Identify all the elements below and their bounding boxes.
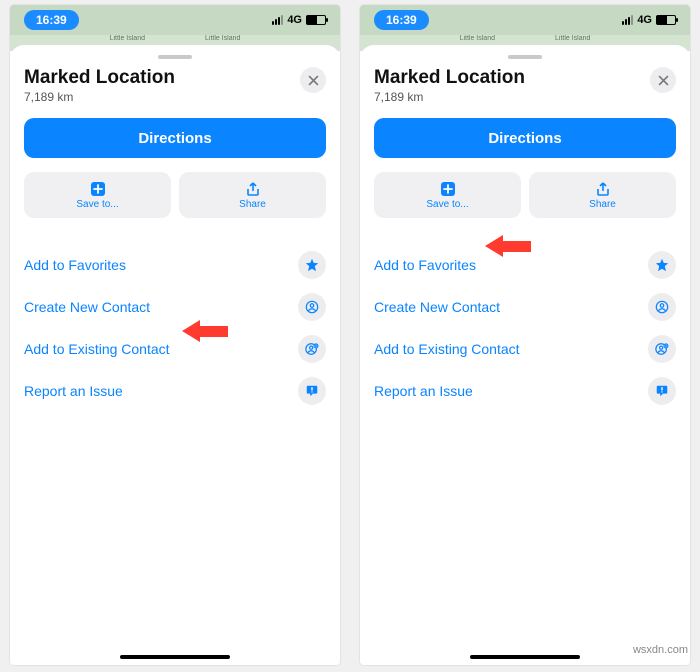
time-pill: 16:39 <box>24 10 79 30</box>
home-indicator <box>120 655 230 659</box>
directions-button[interactable]: Directions <box>24 118 326 158</box>
time-pill: 16:39 <box>374 10 429 30</box>
status-right: 4G <box>272 14 326 26</box>
plus-square-icon <box>90 181 106 197</box>
save-to-tile[interactable]: Save to... <box>374 172 521 218</box>
annotation-arrow <box>485 235 531 257</box>
contact-icon <box>298 293 326 321</box>
row-report-an-issue[interactable]: Report an Issue <box>374 370 676 412</box>
row-create-new-contact[interactable]: Create New Contact <box>374 286 676 328</box>
status-right: 4G <box>622 14 676 26</box>
sheet-header: Marked Location 7,189 km <box>374 67 676 104</box>
phone-screenshot-left: 16:39 4G Little Island Little Island Mar… <box>10 5 340 665</box>
page-title: Marked Location <box>24 67 175 89</box>
action-list: Add to Favorites Create New Contact Add … <box>374 244 676 412</box>
contact-add-icon <box>648 335 676 363</box>
signal-icon <box>272 15 283 25</box>
share-label: Share <box>239 199 266 210</box>
row-label: Report an Issue <box>374 383 473 399</box>
close-icon <box>308 75 319 86</box>
status-bar: 16:39 4G <box>360 5 690 35</box>
report-icon <box>648 377 676 405</box>
network-label: 4G <box>637 14 652 26</box>
save-to-label: Save to... <box>76 199 118 210</box>
battery-icon <box>656 15 676 25</box>
save-to-label: Save to... <box>426 199 468 210</box>
row-add-to-favorites[interactable]: Add to Favorites <box>24 244 326 286</box>
report-icon <box>298 377 326 405</box>
watermark: wsxdn.com <box>633 644 688 656</box>
distance-label: 7,189 km <box>24 90 175 104</box>
map-label: Little Island <box>460 35 495 42</box>
row-add-to-existing-contact[interactable]: Add to Existing Contact <box>374 328 676 370</box>
row-label: Create New Contact <box>24 299 150 315</box>
star-icon <box>648 251 676 279</box>
map-label: Little Island <box>555 35 590 42</box>
distance-label: 7,189 km <box>374 90 525 104</box>
row-report-an-issue[interactable]: Report an Issue <box>24 370 326 412</box>
phone-screenshot-right: 16:39 4G Little Island Little Island Mar… <box>360 5 690 665</box>
contact-icon <box>648 293 676 321</box>
share-tile[interactable]: Share <box>529 172 676 218</box>
battery-icon <box>306 15 326 25</box>
bottom-sheet: Marked Location 7,189 km Directions Save… <box>10 45 340 665</box>
share-icon <box>595 181 611 197</box>
map-label: Little Island <box>110 35 145 42</box>
star-icon <box>298 251 326 279</box>
close-button[interactable] <box>300 67 326 93</box>
sheet-grabber[interactable] <box>508 55 542 59</box>
save-to-tile[interactable]: Save to... <box>24 172 171 218</box>
close-button[interactable] <box>650 67 676 93</box>
annotation-arrow <box>182 320 228 342</box>
row-label: Create New Contact <box>374 299 500 315</box>
row-label: Report an Issue <box>24 383 123 399</box>
row-create-new-contact[interactable]: Create New Contact <box>24 286 326 328</box>
home-indicator <box>470 655 580 659</box>
share-icon <box>245 181 261 197</box>
plus-square-icon <box>440 181 456 197</box>
status-bar: 16:39 4G <box>10 5 340 35</box>
map-label: Little Island <box>205 35 240 42</box>
row-label: Add to Favorites <box>374 257 476 273</box>
action-list: Add to Favorites Create New Contact Add … <box>24 244 326 412</box>
row-label: Add to Existing Contact <box>24 341 170 357</box>
page-title: Marked Location <box>374 67 525 89</box>
network-label: 4G <box>287 14 302 26</box>
bottom-sheet: Marked Location 7,189 km Directions Save… <box>360 45 690 665</box>
share-label: Share <box>589 199 616 210</box>
close-icon <box>658 75 669 86</box>
row-label: Add to Favorites <box>24 257 126 273</box>
directions-button[interactable]: Directions <box>374 118 676 158</box>
sheet-grabber[interactable] <box>158 55 192 59</box>
sheet-header: Marked Location 7,189 km <box>24 67 326 104</box>
share-tile[interactable]: Share <box>179 172 326 218</box>
signal-icon <box>622 15 633 25</box>
contact-add-icon <box>298 335 326 363</box>
row-add-to-existing-contact[interactable]: Add to Existing Contact <box>24 328 326 370</box>
row-label: Add to Existing Contact <box>374 341 520 357</box>
